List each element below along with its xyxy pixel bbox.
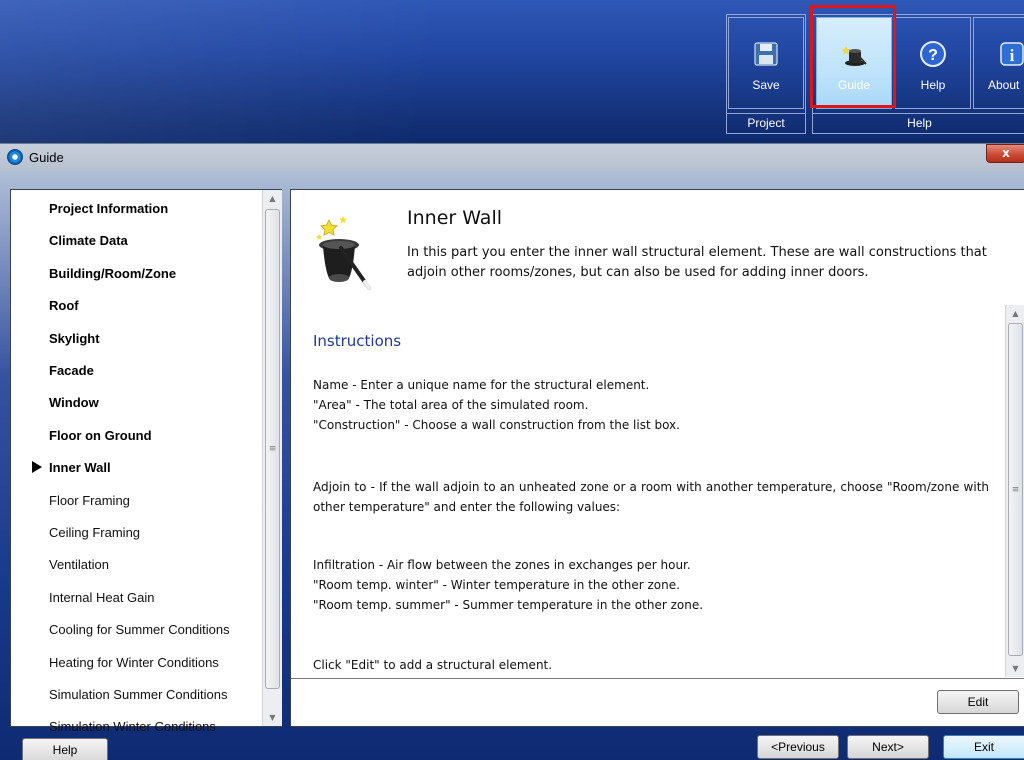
about-button-label: About (988, 78, 1020, 92)
guide-content-panel: Inner Wall In this part you enter the in… (290, 189, 1024, 727)
instruction-block-infiltration: Infiltration - Air flow between the zone… (313, 555, 989, 615)
close-icon: x (1002, 146, 1010, 160)
instruction-line: Infiltration - Air flow between the zone… (313, 558, 691, 572)
instruction-line: "Room temp. winter" - Winter temperature… (313, 578, 680, 592)
ribbon-group-project: Save Project (726, 14, 806, 134)
help-button[interactable]: Help (22, 738, 108, 760)
nav-item[interactable]: Building/Room/Zone (49, 266, 176, 281)
save-button-label: Save (752, 78, 780, 92)
nav-item[interactable]: Internal Heat Gain (49, 590, 155, 605)
ribbon-sheen (0, 0, 720, 143)
guide-step-list[interactable]: Project Information Climate Data Building/… (10, 189, 282, 734)
nav-item[interactable]: Roof (49, 298, 79, 313)
help-ribbon-button[interactable]: ? Help (895, 17, 971, 109)
instruction-line: "Construction" - Choose a wall construct… (313, 418, 680, 432)
ribbon-group-label-project: Project (727, 113, 805, 133)
next-button[interactable]: Next> (847, 735, 929, 759)
nav-item[interactable]: Heating for Winter Conditions (49, 655, 219, 670)
grip-icon: ≡ (1011, 484, 1020, 495)
scroll-down-arrow-icon[interactable]: ▼ (263, 709, 282, 726)
nav-item[interactable]: Climate Data (49, 233, 128, 248)
window-title: Guide (29, 150, 64, 165)
scrollbar-thumb[interactable]: ≡ (265, 209, 280, 689)
instruction-block-fields: Name - Enter a unique name for the struc… (313, 375, 989, 435)
exit-button[interactable]: Exit (943, 735, 1024, 759)
previous-button[interactable]: <Previous (757, 735, 839, 759)
ribbon-group-label-help: Help (813, 113, 1024, 133)
nav-item[interactable]: Floor Framing (49, 493, 130, 508)
nav-item[interactable]: Floor on Ground (49, 428, 152, 443)
close-button[interactable]: x (986, 144, 1024, 163)
info-icon: i (1000, 42, 1024, 66)
svg-text:i: i (1010, 46, 1015, 65)
page-title: Inner Wall (407, 207, 502, 229)
help-ribbon-button-label: Help (920, 78, 946, 92)
about-button[interactable]: i About (973, 17, 1024, 109)
step-list-scrollbar[interactable]: ▲ ≡ ▼ (262, 190, 282, 726)
question-icon: ? (920, 41, 946, 67)
nav-item[interactable]: Ceiling Framing (49, 525, 140, 540)
instruction-block-adjoin: Adjoin to - If the wall adjoin to an unh… (313, 477, 989, 517)
save-button[interactable]: Save (728, 17, 804, 109)
instruction-line: Name - Enter a unique name for the struc… (313, 378, 650, 392)
grip-icon: ≡ (268, 444, 277, 454)
page-intro: In this part you enter the inner wall st… (407, 245, 987, 280)
nav-item[interactable]: Window (49, 395, 99, 410)
nav-item[interactable]: Inner Wall (49, 460, 111, 475)
instructions-heading: Instructions (313, 332, 402, 350)
nav-item[interactable]: Ventilation (49, 557, 109, 572)
instruction-block-edit: Click "Edit" to add a structural element… (313, 655, 989, 675)
edit-button[interactable]: Edit (937, 690, 1019, 714)
content-scrollbar[interactable]: ▲ ≡ ▼ (1005, 305, 1024, 677)
guide-highlight-frame (810, 5, 896, 108)
instruction-line: Click "Edit" to add a structural element… (313, 658, 553, 672)
magic-hat-icon (316, 216, 371, 290)
scroll-down-arrow-icon[interactable]: ▼ (1006, 660, 1024, 677)
scroll-up-arrow-icon[interactable]: ▲ (263, 190, 282, 207)
guide-window-icon (7, 149, 23, 165)
svg-text:?: ? (928, 47, 938, 64)
instruction-line: "Area" - The total area of the simulated… (313, 398, 589, 412)
scrollbar-thumb[interactable]: ≡ (1008, 323, 1023, 656)
nav-item[interactable]: Facade (49, 363, 94, 378)
nav-item[interactable]: Skylight (49, 331, 100, 346)
nav-item[interactable]: Project Information (49, 201, 168, 216)
scroll-up-arrow-icon[interactable]: ▲ (1006, 305, 1024, 322)
current-step-arrow-icon (32, 461, 42, 473)
nav-item[interactable]: Simulation Winter Conditions (49, 719, 216, 734)
floppy-disk-icon (754, 42, 778, 66)
content-divider (291, 678, 1024, 679)
nav-item[interactable]: Cooling for Summer Conditions (49, 622, 230, 637)
nav-item[interactable]: Simulation Summer Conditions (49, 687, 227, 702)
window-titlebar: Guide x (0, 143, 1024, 171)
instruction-line: "Room temp. summer" - Summer temperature… (313, 598, 704, 612)
instruction-line: Adjoin to - If the wall adjoin to an unh… (313, 480, 989, 514)
ribbon: Save Project Guide ? Help i About Help (0, 0, 1024, 143)
